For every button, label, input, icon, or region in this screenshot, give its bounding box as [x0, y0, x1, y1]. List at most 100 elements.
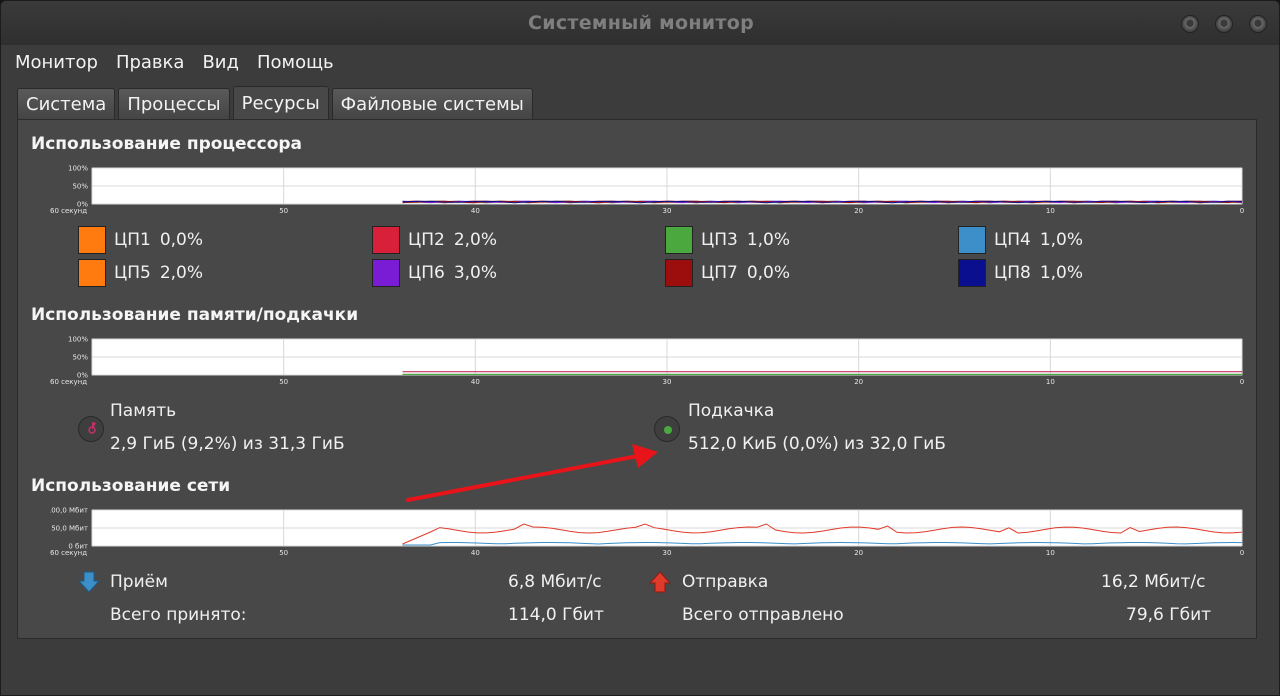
menu-bar: Монитор Правка Вид Помощь [1, 45, 1279, 79]
cpu-legend-item[interactable]: ЦП3 1,0% [665, 226, 790, 254]
swap-pie-icon[interactable] [654, 416, 680, 442]
menu-help[interactable]: Помощь [257, 52, 334, 73]
memory-x-tick: 50 [279, 378, 288, 386]
resources-panel: Использование процессора 100% 50% 0% 60 сек… [17, 119, 1257, 639]
cpu-x-tick: 60 секунд [50, 207, 87, 215]
cpu-legend-item[interactable]: ЦП7 0,0% [665, 259, 790, 287]
window-title: Системный монитор [528, 12, 754, 34]
cpu-core-value: 1,0% [746, 230, 791, 250]
cpu-y-tick: 100% [68, 165, 88, 173]
cpu-color-swatch[interactable] [958, 259, 986, 287]
cpu-x-tick: 10 [1046, 207, 1055, 215]
cpu-core-name: ЦП7 [701, 263, 738, 283]
cpu-color-swatch[interactable] [372, 259, 400, 287]
cpu-y-tick: 50% [72, 183, 88, 191]
cpu-legend-item[interactable]: ЦП8 1,0% [958, 259, 1083, 287]
memory-x-tick: 30 [663, 378, 672, 386]
cpu-core-name: ЦП4 [994, 230, 1031, 250]
cpu-color-swatch[interactable] [78, 259, 106, 287]
cpu-graph: 100% 50% 0% 60 секунд 50 40 30 20 10 0 [50, 164, 1246, 220]
send-arrow-icon [648, 570, 672, 598]
cpu-core-value: 0,0% [159, 230, 204, 250]
send-total-label: Всего отправлено [682, 605, 844, 625]
memory-x-tick: 40 [471, 378, 480, 386]
cpu-x-tick: 0 [1240, 207, 1244, 215]
network-x-tick: 40 [471, 549, 480, 557]
menu-edit[interactable]: Правка [116, 52, 185, 73]
swap-value: 512,0 КиБ (0,0%) из 32,0 ГиБ [688, 434, 946, 454]
tab-processes[interactable]: Процессы [118, 88, 230, 120]
cpu-core-value: 3,0% [453, 263, 498, 283]
cpu-core-value: 2,0% [159, 263, 204, 283]
tab-filesystems[interactable]: Файловые системы [331, 88, 533, 120]
memory-x-tick: 10 [1046, 378, 1055, 386]
send-total: 79,6 Гбит [1126, 605, 1212, 625]
memory-x-tick: 20 [854, 378, 863, 386]
cpu-core-name: ЦП6 [408, 263, 445, 283]
send-label: Отправка [682, 572, 769, 592]
cpu-x-tick: 20 [854, 207, 863, 215]
memory-graph: 100% 50% 0% 60 секунд 50 40 30 20 10 0 [50, 335, 1246, 391]
cpu-color-swatch[interactable] [665, 259, 693, 287]
cpu-legend-item[interactable]: ЦП6 3,0% [372, 259, 497, 287]
memory-y-tick: 50% [72, 354, 88, 362]
memory-pie-icon[interactable] [78, 416, 104, 442]
memory-x-tick: 0 [1240, 378, 1244, 386]
memory-value: 2,9 ГиБ (9,2%) из 31,3 ГиБ [110, 434, 345, 454]
tab-system[interactable]: Система [17, 88, 116, 120]
cpu-core-name: ЦП1 [114, 230, 151, 250]
cpu-core-name: ЦП3 [701, 230, 738, 250]
cpu-section-title: Использование процессора [31, 134, 303, 154]
cpu-legend-item[interactable]: ЦП2 2,0% [372, 226, 497, 254]
memory-x-tick: 60 секунд [50, 378, 87, 386]
cpu-core-name: ЦП2 [408, 230, 445, 250]
receive-total: 114,0 Гбит [508, 605, 604, 625]
network-x-tick: 20 [854, 549, 863, 557]
cpu-core-value: 2,0% [453, 230, 498, 250]
memory-section-title: Использование памяти/подкачки [31, 305, 359, 325]
cpu-color-swatch[interactable] [372, 226, 400, 254]
tab-resources[interactable]: Ресурсы [232, 86, 329, 120]
cpu-legend-item[interactable]: ЦП5 2,0% [78, 259, 203, 287]
cpu-color-swatch[interactable] [78, 226, 106, 254]
cpu-legend-item[interactable]: ЦП4 1,0% [958, 226, 1083, 254]
tab-bar: Система Процессы Ресурсы Файловые систем… [17, 86, 533, 120]
minimize-button[interactable] [1181, 15, 1199, 33]
cpu-x-tick: 50 [279, 207, 288, 215]
annotation-arrow [406, 444, 658, 502]
swap-label: Подкачка [688, 401, 775, 421]
close-button[interactable] [1249, 15, 1267, 33]
cpu-core-name: ЦП5 [114, 263, 151, 283]
menu-monitor[interactable]: Монитор [15, 52, 98, 73]
receive-arrow-icon [77, 570, 101, 598]
network-graph: 100,0 Мбит 50,0 Мбит 0 бит 60 секунд 50 40 30 2… [50, 506, 1246, 562]
receive-total-label: Всего принято: [110, 605, 247, 625]
receive-label: Приём [110, 572, 168, 592]
maximize-button[interactable] [1215, 15, 1233, 33]
title-bar[interactable]: Системный монитор [1, 1, 1279, 45]
network-section-title: Использование сети [31, 476, 231, 496]
cpu-core-value: 0,0% [746, 263, 791, 283]
network-y-tick: 50,0 Мбит [51, 525, 88, 533]
window-controls [1181, 15, 1267, 33]
receive-rate: 6,8 Мбит/с [508, 572, 602, 592]
network-x-tick: 30 [663, 549, 672, 557]
network-x-tick: 60 секунд [50, 549, 87, 557]
memory-y-tick: 100% [68, 336, 88, 344]
send-rate: 16,2 Мбит/с [1101, 572, 1206, 592]
cpu-core-value: 1,0% [1039, 263, 1084, 283]
memory-label: Память [110, 401, 177, 421]
cpu-x-tick: 30 [663, 207, 672, 215]
network-y-tick: 100,0 Мбит [50, 507, 88, 515]
system-monitor-window: Системный монитор Монитор Правка Вид Пом… [0, 0, 1280, 696]
cpu-core-name: ЦП8 [994, 263, 1031, 283]
cpu-core-value: 1,0% [1039, 230, 1084, 250]
menu-view[interactable]: Вид [202, 52, 239, 73]
cpu-x-tick: 40 [471, 207, 480, 215]
cpu-legend-item[interactable]: ЦП1 0,0% [78, 226, 203, 254]
cpu-color-swatch[interactable] [665, 226, 693, 254]
network-x-tick: 0 [1240, 549, 1244, 557]
cpu-color-swatch[interactable] [958, 226, 986, 254]
network-x-tick: 50 [279, 549, 288, 557]
network-x-tick: 10 [1046, 549, 1055, 557]
